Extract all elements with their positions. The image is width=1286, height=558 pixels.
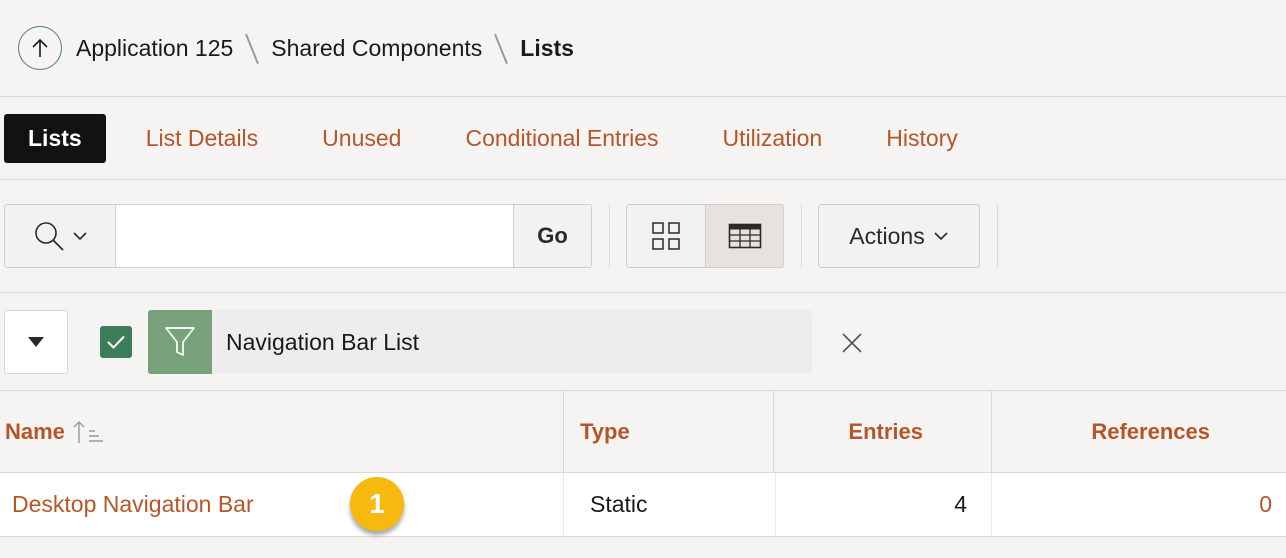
tab-utilization[interactable]: Utilization (691, 114, 855, 163)
cell-entries: 4 (776, 473, 992, 536)
grid-view-icon (652, 222, 680, 250)
search-bar: Go (4, 204, 592, 268)
filter-bar: Navigation Bar List (0, 293, 1286, 391)
filter-enable-checkbox[interactable] (100, 326, 132, 358)
chevron-down-icon (934, 232, 948, 241)
filter-label: Navigation Bar List (226, 328, 420, 355)
cell-type: Static (564, 473, 776, 536)
breadcrumb-separator (245, 33, 259, 63)
table-view-icon (728, 223, 761, 249)
tab-bar: Lists List Details Unused Conditional En… (0, 97, 1286, 180)
actions-menu-button[interactable]: Actions (818, 204, 980, 268)
remove-filter-button[interactable] (838, 329, 866, 357)
column-header-references[interactable]: References (992, 391, 1286, 472)
breadcrumb-lists: Lists (520, 34, 574, 61)
column-header-type[interactable]: Type (564, 391, 774, 472)
breadcrumb: Application 125 Shared Components Lists (0, 0, 1286, 97)
lists-report-table: Name Type Entries References Desktop Nav… (0, 391, 1286, 537)
filter-funnel-icon (148, 310, 212, 374)
breadcrumb-shared-components[interactable]: Shared Components (271, 35, 482, 62)
divider (801, 204, 802, 268)
checkmark-icon (107, 335, 125, 349)
tab-conditional-entries[interactable]: Conditional Entries (433, 114, 690, 163)
report-toolbar: Go Actions (0, 180, 1286, 293)
tab-history[interactable]: History (854, 114, 990, 163)
report-view-button[interactable] (705, 205, 783, 267)
go-button[interactable]: Go (513, 205, 591, 267)
icon-view-button[interactable] (627, 205, 705, 267)
breadcrumb-application[interactable]: Application 125 (76, 35, 233, 62)
column-header-references-label: References (1091, 418, 1210, 444)
search-icon (35, 222, 64, 251)
cell-name: Desktop Navigation Bar (0, 473, 564, 536)
column-header-type-label: Type (580, 418, 630, 444)
table-header-row: Name Type Entries References (0, 391, 1286, 473)
column-header-entries-label: Entries (848, 418, 923, 444)
column-header-entries[interactable]: Entries (774, 391, 992, 472)
tab-lists[interactable]: Lists (4, 113, 106, 163)
filter-chip[interactable]: Navigation Bar List (148, 310, 812, 374)
references-link[interactable]: 0 (1259, 491, 1272, 518)
column-header-name-label: Name (5, 418, 65, 444)
list-name-link[interactable]: Desktop Navigation Bar (12, 491, 254, 518)
callout-badge: 1 (350, 477, 404, 531)
breadcrumb-separator (494, 33, 508, 63)
sort-asc-svg (73, 420, 103, 443)
search-input[interactable] (116, 205, 513, 267)
sort-ascending-icon (73, 419, 105, 445)
up-arrow-icon[interactable] (18, 26, 62, 70)
table-row: Desktop Navigation Bar Static 4 0 (0, 473, 1286, 537)
tab-unused[interactable]: Unused (290, 114, 433, 163)
column-header-name[interactable]: Name (0, 391, 564, 472)
funnel-icon (165, 327, 195, 356)
actions-label: Actions (849, 222, 925, 249)
search-column-selector[interactable] (5, 205, 116, 267)
view-switcher (626, 204, 784, 268)
divider (997, 204, 998, 268)
chevron-down-icon (73, 232, 87, 241)
tab-list-details[interactable]: List Details (114, 114, 290, 163)
collapse-filters-button[interactable] (4, 310, 68, 374)
close-icon (842, 333, 862, 353)
divider (609, 204, 610, 268)
triangle-down-icon (28, 337, 44, 347)
cell-references: 0 (992, 473, 1286, 536)
arrow-up-svg (32, 38, 48, 57)
